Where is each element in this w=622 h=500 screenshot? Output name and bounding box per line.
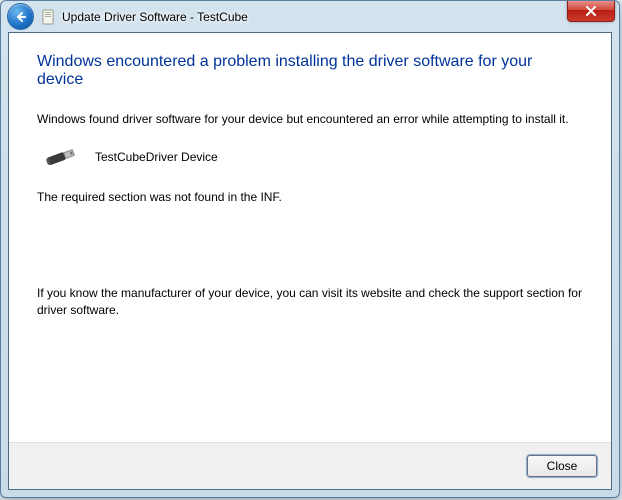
update-driver-dialog: Update Driver Software - TestCube Window… bbox=[0, 0, 620, 498]
titlebar[interactable]: Update Driver Software - TestCube bbox=[1, 1, 619, 32]
content-frame: Windows encountered a problem installing… bbox=[8, 32, 612, 490]
close-icon bbox=[585, 6, 597, 16]
content: Windows encountered a problem installing… bbox=[9, 33, 611, 318]
back-button[interactable] bbox=[7, 3, 34, 30]
error-message: The required section was not found in th… bbox=[37, 189, 583, 205]
intro-text: Windows found driver software for your d… bbox=[37, 111, 583, 127]
window-title: Update Driver Software - TestCube bbox=[62, 10, 248, 24]
spacer bbox=[37, 223, 583, 285]
device-name: TestCubeDriver Device bbox=[95, 150, 218, 164]
window-icon bbox=[40, 9, 56, 25]
dialog-footer: Close bbox=[9, 442, 611, 489]
usb-device-icon bbox=[37, 145, 85, 169]
close-window-button[interactable] bbox=[567, 0, 615, 22]
error-heading: Windows encountered a problem installing… bbox=[37, 53, 583, 89]
hint-text: If you know the manufacturer of your dev… bbox=[37, 285, 583, 317]
back-arrow-icon bbox=[14, 10, 28, 24]
close-button[interactable]: Close bbox=[527, 455, 597, 477]
device-row: TestCubeDriver Device bbox=[37, 145, 583, 169]
